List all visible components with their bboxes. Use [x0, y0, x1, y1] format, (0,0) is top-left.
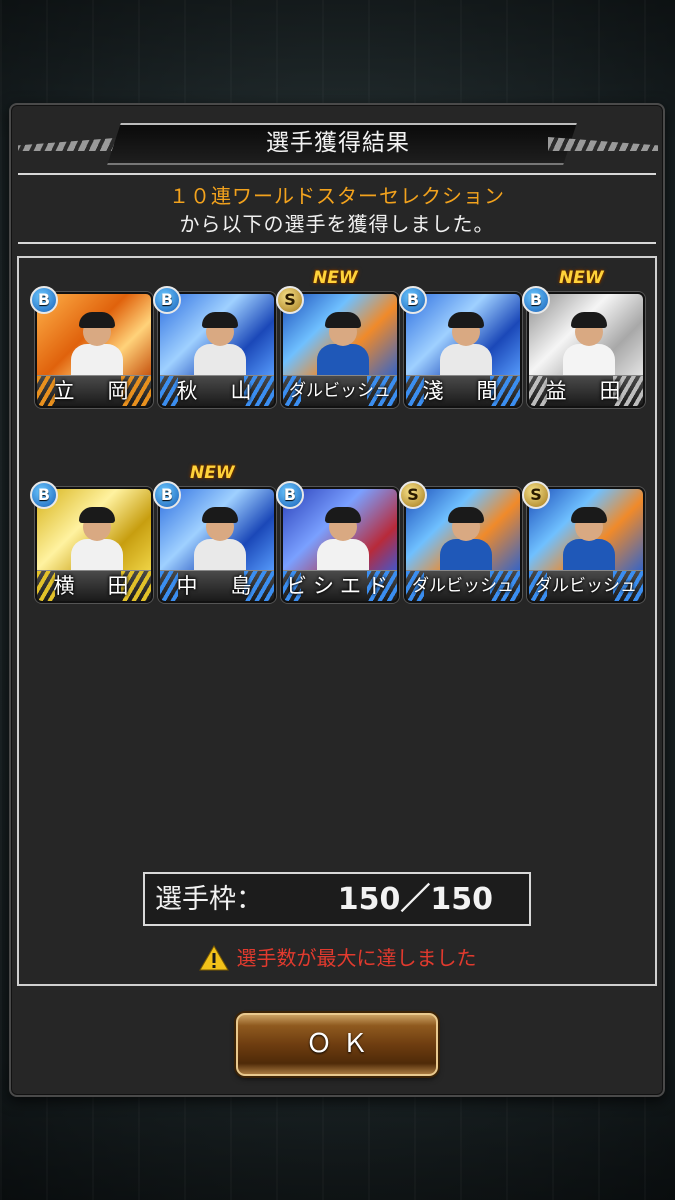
player-name: ダルビッシュ — [412, 576, 514, 596]
player-card[interactable]: 益 田 B NEW — [522, 268, 645, 408]
card-nameplate: 中 島 — [160, 570, 274, 601]
player-card[interactable]: 淺 間 B — [399, 286, 522, 408]
warning-icon — [198, 945, 229, 971]
player-portrait — [440, 310, 492, 384]
player-name: 益 田 — [545, 379, 627, 403]
new-badge: NEW — [190, 463, 235, 483]
rank-badge: S — [399, 481, 427, 509]
player-name: 中 島 — [176, 574, 258, 598]
ok-button[interactable]: ＯＫ — [236, 1013, 438, 1076]
roster-capacity-value: 150／150 — [337, 882, 493, 917]
rank-badge: S — [276, 286, 304, 314]
player-card[interactable]: 立 岡 B — [30, 286, 153, 408]
card-nameplate: ビシエド — [283, 570, 397, 601]
player-card[interactable]: ダルビッシュ S — [399, 481, 522, 603]
roster-capacity-box: 選手枠： 150／150 — [143, 872, 531, 926]
player-portrait — [563, 310, 615, 384]
player-name: 立 岡 — [53, 379, 135, 403]
card-nameplate: 秋 山 — [160, 375, 274, 406]
card-nameplate: ダルビッシュ — [283, 375, 397, 406]
card-nameplate: ダルビッシュ — [529, 570, 643, 601]
card-nameplate: ダルビッシュ — [406, 570, 520, 601]
gacha-name: １０連ワールドスターセレクション — [169, 184, 505, 208]
player-card[interactable]: ダルビッシュ S NEW — [276, 268, 399, 408]
player-card[interactable]: ダルビッシュ S — [522, 481, 645, 603]
rank-badge: B — [399, 286, 427, 314]
player-card[interactable]: ビシエド B — [276, 481, 399, 603]
player-name: 横 田 — [53, 574, 135, 598]
rank-badge: B — [30, 286, 58, 314]
ok-button-label: ＯＫ — [305, 1029, 378, 1059]
rank-badge: B — [153, 286, 181, 314]
player-name: ビシエド — [286, 574, 394, 598]
rank-badge: B — [522, 286, 550, 314]
player-card[interactable]: 中 島 B NEW — [153, 463, 276, 603]
player-portrait — [194, 505, 246, 579]
player-portrait — [317, 310, 369, 384]
player-portrait — [71, 505, 123, 579]
card-nameplate: 立 岡 — [37, 375, 151, 406]
player-name: 淺 間 — [422, 379, 504, 403]
player-portrait — [71, 310, 123, 384]
player-name: ダルビッシュ — [289, 381, 391, 401]
warning-text: 選手数が最大に達しました — [236, 946, 477, 970]
rank-badge: B — [276, 481, 304, 509]
player-card[interactable]: 横 田 B — [30, 481, 153, 603]
player-card[interactable]: 秋 山 B — [153, 286, 276, 408]
player-portrait — [194, 310, 246, 384]
card-nameplate: 淺 間 — [406, 375, 520, 406]
new-badge: NEW — [559, 268, 604, 288]
rank-badge: B — [153, 481, 181, 509]
card-nameplate: 横 田 — [37, 570, 151, 601]
divider-bottom — [18, 242, 656, 244]
player-name: ダルビッシュ — [535, 576, 637, 596]
new-badge: NEW — [313, 268, 358, 288]
player-name: 秋 山 — [176, 379, 258, 403]
player-portrait — [317, 505, 369, 579]
card-nameplate: 益 田 — [529, 375, 643, 406]
roster-capacity-label: 選手枠： — [155, 884, 263, 915]
roster-full-warning: 選手数が最大に達しました — [0, 943, 675, 973]
player-portrait — [563, 505, 615, 579]
result-message: から以下の選手を獲得しました。 — [179, 212, 495, 236]
rank-badge: B — [30, 481, 58, 509]
rank-badge: S — [522, 481, 550, 509]
player-portrait — [440, 505, 492, 579]
divider-top — [18, 173, 656, 175]
dialog-title: 選手獲得結果 — [266, 130, 410, 156]
